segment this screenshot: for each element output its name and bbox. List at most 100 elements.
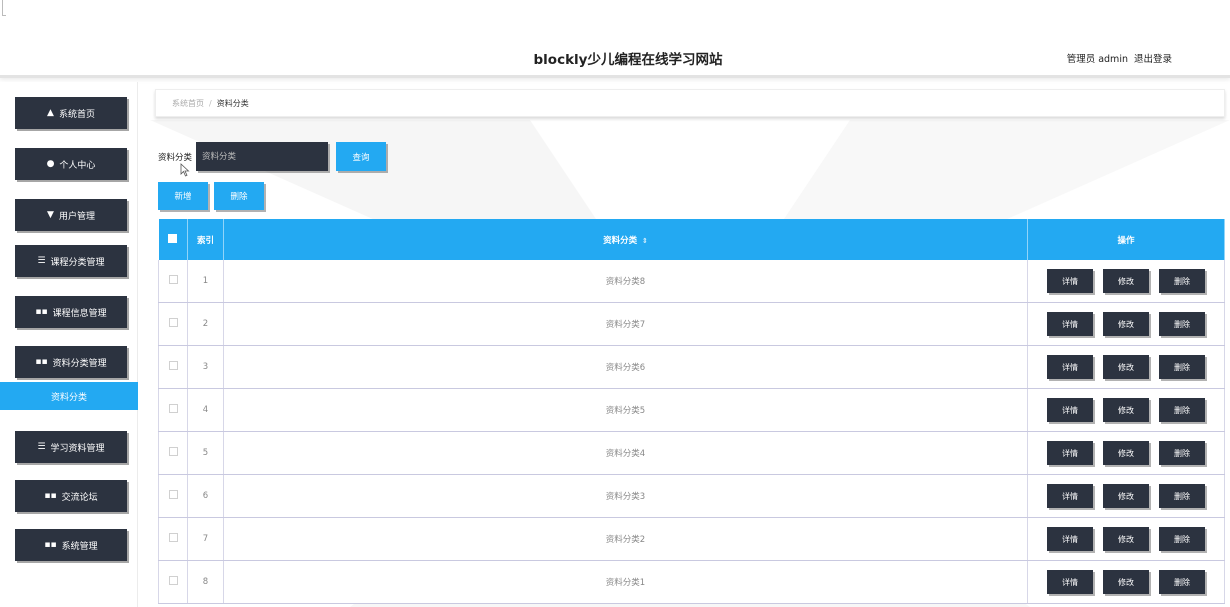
table-row: 4 资料分类5 详情 修改 删除	[158, 388, 1225, 432]
row-index: 8	[187, 560, 224, 604]
delete-button[interactable]: 删除	[1159, 269, 1205, 293]
batch-delete-button[interactable]: 删除	[214, 182, 264, 210]
detail-button[interactable]: 详情	[1047, 312, 1093, 336]
breadcrumb-separator: /	[209, 98, 212, 108]
sidebar-item-system[interactable]: ▪▪ 系统管理	[15, 529, 127, 561]
row-select-cell	[158, 345, 188, 389]
row-checkbox[interactable]	[168, 361, 178, 370]
header-category-label: 资料分类	[603, 235, 638, 246]
sidebar: ▲ 系统首页 ● 个人中心 ▼ 用户管理 ☰ 课程分类管理 ▪▪ 课程信息管理 …	[0, 82, 138, 607]
search-bar: 资料分类 查询	[158, 142, 387, 171]
row-checkbox[interactable]	[168, 533, 178, 542]
row-category: 资料分类4	[223, 431, 1028, 475]
data-table: 索引 资料分类 ⇕ 操作 1 资料分类8 详情 修改 删除 2 资料分类7 详情	[158, 219, 1225, 604]
sidebar-item-forum[interactable]: ▪▪ 交流论坛	[15, 480, 127, 512]
corner-mark	[2, 0, 6, 16]
user-icon: ●	[46, 158, 55, 169]
user-area: 管理员 admin 退出登录	[1067, 51, 1172, 65]
search-button[interactable]: 查询	[336, 142, 387, 171]
breadcrumb: 系统首页 / 资料分类	[155, 89, 1225, 117]
row-category: 资料分类5	[223, 388, 1028, 432]
sidebar-subitem-material-category[interactable]: 资料分类	[0, 382, 138, 410]
delete-button[interactable]: 删除	[1159, 484, 1205, 508]
sidebar-item-label: 资料分类管理	[52, 358, 107, 369]
grid-icon: ▪▪	[44, 490, 57, 501]
delete-button[interactable]: 删除	[1159, 570, 1205, 594]
edit-button[interactable]: 修改	[1103, 355, 1149, 379]
delete-button[interactable]: 删除	[1159, 398, 1205, 422]
header-select-all	[158, 219, 188, 260]
sidebar-item-profile[interactable]: ● 个人中心	[15, 148, 127, 180]
breadcrumb-current: 资料分类	[216, 98, 249, 108]
sidebar-item-label: 课程信息管理	[52, 308, 107, 319]
detail-button[interactable]: 详情	[1047, 441, 1093, 465]
add-button[interactable]: 新增	[158, 182, 208, 210]
row-operations: 详情 修改 删除	[1027, 302, 1225, 346]
header-operations: 操作	[1027, 219, 1225, 260]
row-index: 7	[187, 517, 224, 561]
sidebar-item-learning-material[interactable]: ☰ 学习资料管理	[15, 431, 127, 463]
home-icon: ▲	[47, 107, 54, 118]
edit-button[interactable]: 修改	[1103, 484, 1149, 508]
edit-button[interactable]: 修改	[1103, 570, 1149, 594]
row-checkbox[interactable]	[168, 404, 178, 413]
row-checkbox[interactable]	[168, 447, 178, 456]
row-checkbox[interactable]	[168, 490, 178, 499]
row-select-cell	[158, 388, 188, 432]
header-index: 索引	[187, 219, 224, 260]
row-index: 2	[187, 302, 224, 346]
detail-button[interactable]: 详情	[1047, 570, 1093, 594]
edit-button[interactable]: 修改	[1103, 441, 1149, 465]
row-select-cell	[158, 474, 188, 518]
edit-button[interactable]: 修改	[1103, 398, 1149, 422]
detail-button[interactable]: 详情	[1047, 527, 1093, 551]
sidebar-item-course-info[interactable]: ▪▪ 课程信息管理	[15, 296, 127, 328]
table-row: 3 资料分类6 详情 修改 删除	[158, 345, 1225, 389]
delete-button[interactable]: 删除	[1159, 312, 1205, 336]
row-select-cell	[158, 560, 188, 604]
logout-link[interactable]: 退出登录	[1134, 51, 1172, 65]
row-operations: 详情 修改 删除	[1027, 560, 1225, 604]
table-header-row: 索引 资料分类 ⇕ 操作	[158, 219, 1225, 260]
detail-button[interactable]: 详情	[1047, 355, 1093, 379]
row-checkbox[interactable]	[168, 275, 178, 284]
row-index: 3	[187, 345, 224, 389]
sort-icon[interactable]: ⇕	[642, 237, 648, 245]
detail-button[interactable]: 详情	[1047, 269, 1093, 293]
detail-button[interactable]: 详情	[1047, 398, 1093, 422]
edit-button[interactable]: 修改	[1103, 527, 1149, 551]
table-row: 6 资料分类3 详情 修改 删除	[158, 474, 1225, 518]
mouse-cursor-icon	[180, 163, 190, 177]
row-select-cell	[158, 302, 188, 346]
table-body: 1 资料分类8 详情 修改 删除 2 资料分类7 详情 修改 删除 3 资料分类…	[158, 260, 1225, 604]
list-icon: ☰	[37, 255, 46, 266]
delete-button[interactable]: 删除	[1159, 441, 1205, 465]
row-select-cell	[158, 431, 188, 475]
row-checkbox[interactable]	[168, 318, 178, 327]
breadcrumb-home[interactable]: 系统首页	[172, 98, 204, 109]
row-category: 资料分类1	[223, 560, 1028, 604]
row-category: 资料分类2	[223, 517, 1028, 561]
row-operations: 详情 修改 删除	[1027, 431, 1225, 475]
sidebar-item-home[interactable]: ▲ 系统首页	[15, 97, 127, 129]
sidebar-item-users[interactable]: ▼ 用户管理	[15, 199, 127, 231]
row-category: 资料分类7	[223, 302, 1028, 346]
edit-button[interactable]: 修改	[1103, 312, 1149, 336]
row-operations: 详情 修改 删除	[1027, 388, 1225, 432]
row-category: 资料分类3	[223, 474, 1028, 518]
row-checkbox[interactable]	[168, 576, 178, 585]
header-category[interactable]: 资料分类 ⇕	[223, 219, 1028, 260]
search-input[interactable]	[196, 142, 329, 171]
sidebar-item-label: 课程分类管理	[50, 257, 105, 268]
sidebar-item-material-category[interactable]: ▪▪ 资料分类管理	[15, 346, 127, 378]
grid-icon: ▪▪	[35, 356, 48, 367]
select-all-checkbox[interactable]	[168, 233, 178, 243]
edit-button[interactable]: 修改	[1103, 269, 1149, 293]
sidebar-item-label: 系统管理	[61, 541, 98, 552]
sidebar-item-course-category[interactable]: ☰ 课程分类管理	[15, 245, 127, 277]
action-bar: 新增 删除	[158, 182, 264, 210]
delete-button[interactable]: 删除	[1159, 527, 1205, 551]
delete-button[interactable]: 删除	[1159, 355, 1205, 379]
table-row: 8 资料分类1 详情 修改 删除	[158, 560, 1225, 604]
detail-button[interactable]: 详情	[1047, 484, 1093, 508]
